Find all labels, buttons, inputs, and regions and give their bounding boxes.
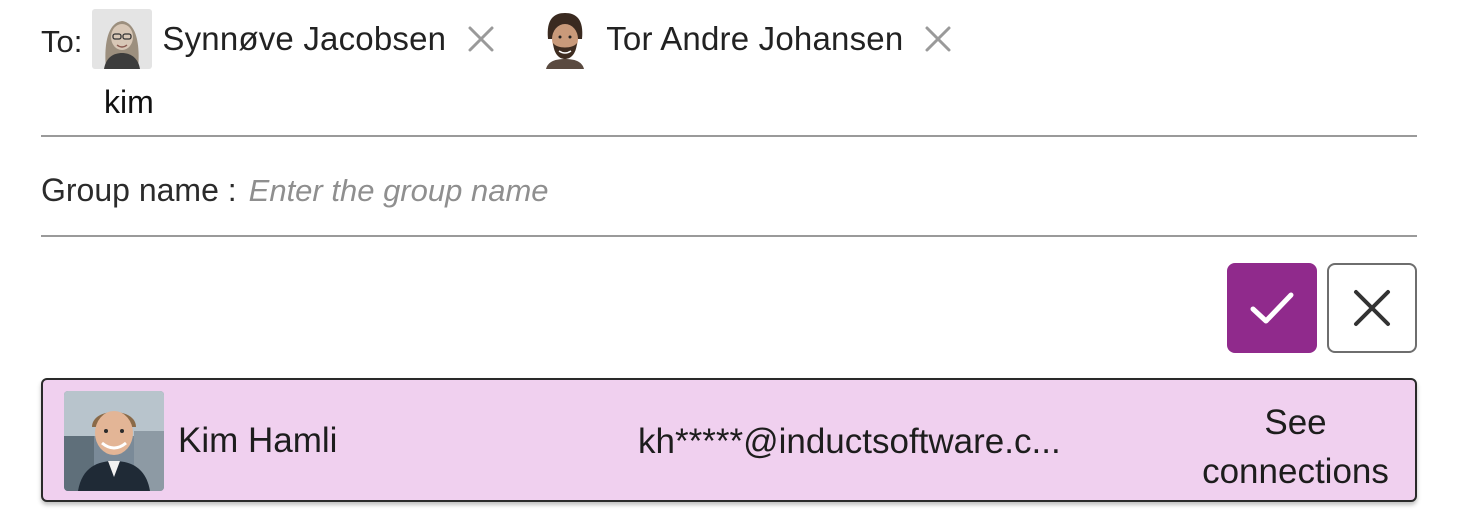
close-icon — [1354, 290, 1390, 326]
see-connections-line2: connections — [1202, 452, 1389, 491]
close-icon — [925, 26, 951, 52]
contact-email: kh*****@inductsoftware.c... — [638, 422, 1061, 461]
divider — [41, 135, 1417, 137]
add-recipients-panel: To: Synnøve Jacobsen Tor Andre Johansen … — [0, 0, 1472, 513]
see-connections-line1: See — [1264, 403, 1327, 442]
contact-name: Kim Hamli — [178, 421, 338, 460]
avatar — [64, 391, 164, 491]
group-name-input[interactable] — [248, 173, 1149, 209]
to-label: To: — [41, 24, 83, 59]
recipients-row: To: Synnøve Jacobsen Tor Andre Johansen — [41, 6, 1416, 72]
divider — [41, 235, 1417, 237]
recipient-name: Synnøve Jacobsen — [162, 20, 447, 57]
avatar — [540, 9, 591, 69]
close-icon — [468, 26, 494, 52]
group-name-row: Group name : — [41, 172, 1149, 209]
suggestion-list-item[interactable]: Kim Hamli kh*****@inductsoftware.c... Se… — [41, 378, 1417, 502]
remove-recipient-button[interactable] — [923, 24, 953, 54]
confirm-button[interactable] — [1227, 263, 1317, 353]
recipient-chip: Tor Andre Johansen — [540, 9, 953, 69]
remove-recipient-button[interactable] — [466, 24, 496, 54]
cancel-button[interactable] — [1327, 263, 1417, 353]
recipient-search-input[interactable] — [104, 84, 1404, 121]
recipient-chip: Synnøve Jacobsen — [92, 9, 496, 69]
recipient-name: Tor Andre Johansen — [606, 20, 904, 57]
group-name-label: Group name : — [41, 172, 237, 208]
avatar — [92, 9, 153, 69]
see-connections-link[interactable]: See connections — [1183, 398, 1408, 496]
check-icon — [1250, 292, 1294, 324]
